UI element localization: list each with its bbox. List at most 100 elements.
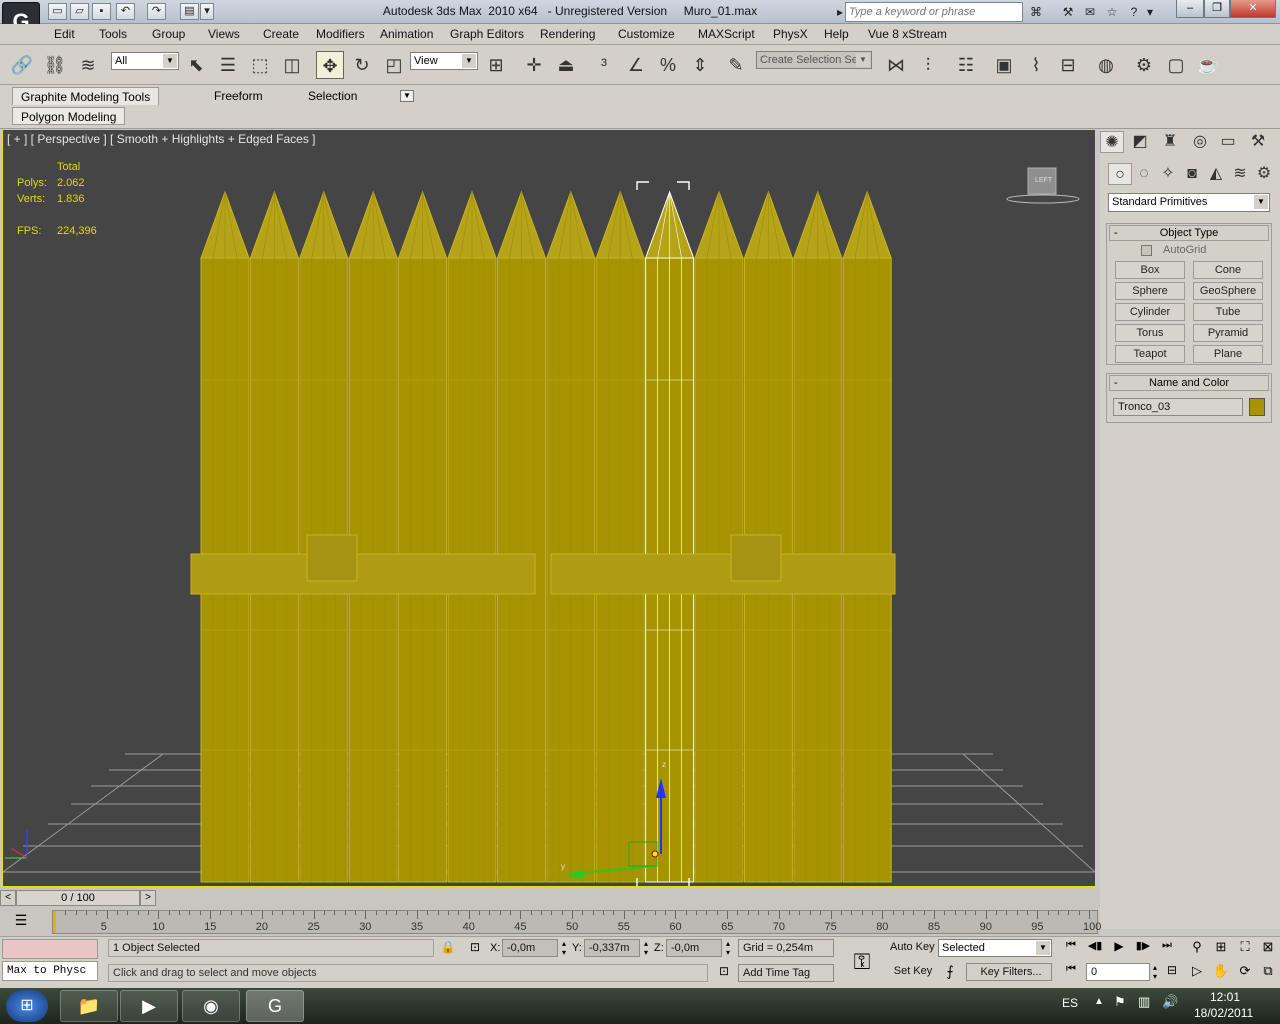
y-spinner-icon[interactable]: ▴ ▾ bbox=[641, 939, 651, 957]
hierarchy-tab-icon[interactable]: ♜ bbox=[1158, 131, 1182, 153]
maxscript-mini-listener[interactable]: Max to Physc bbox=[2, 961, 98, 981]
field-of-view-icon[interactable]: ▷ bbox=[1186, 963, 1208, 981]
zoom-extents-all-icon[interactable]: ⊠ bbox=[1258, 939, 1278, 957]
menu-maxscript[interactable]: MAXScript bbox=[698, 27, 755, 41]
cylinder-button[interactable]: Cylinder bbox=[1115, 303, 1185, 321]
ribbon-tab-selection[interactable]: Selection bbox=[300, 87, 365, 105]
select-and-rotate-icon[interactable]: ↻ bbox=[348, 51, 376, 79]
log[interactable] bbox=[447, 190, 497, 883]
box-button[interactable]: Box bbox=[1115, 261, 1185, 279]
menu-vue-xstream[interactable]: Vue 8 xStream bbox=[868, 27, 947, 41]
log[interactable] bbox=[793, 190, 843, 883]
log[interactable] bbox=[496, 190, 547, 883]
action-center-flag-icon[interactable]: ⚑ bbox=[1114, 994, 1126, 1010]
language-indicator[interactable]: ES bbox=[1062, 996, 1078, 1010]
layer-manager-icon[interactable]: ☷ bbox=[952, 51, 980, 79]
y-coordinate-field[interactable]: -0,337m bbox=[584, 939, 640, 957]
curve-editor-icon[interactable]: ⌇ bbox=[1022, 51, 1050, 79]
select-and-link-icon[interactable]: 🔗 bbox=[8, 51, 36, 79]
undo-icon[interactable]: ↶ bbox=[116, 3, 135, 20]
taskbar-firefox[interactable]: ◉ bbox=[182, 990, 240, 1022]
motion-tab-icon[interactable]: ◎ bbox=[1188, 131, 1212, 153]
minimize-button[interactable]: ‒ bbox=[1176, 0, 1204, 18]
rectangular-selection-icon[interactable]: ⬚ bbox=[246, 51, 274, 79]
select-by-name-icon[interactable]: ☰ bbox=[214, 51, 242, 79]
gizmo-center[interactable] bbox=[651, 850, 659, 858]
zoom-extents-icon[interactable]: ⛶ bbox=[1234, 939, 1256, 957]
material-editor-icon[interactable]: ◍ bbox=[1092, 51, 1120, 79]
save-file-icon[interactable]: ▪ bbox=[92, 3, 111, 20]
go-to-start-icon[interactable]: ⏮ bbox=[1060, 939, 1082, 957]
log[interactable] bbox=[842, 190, 892, 883]
go-to-end-icon[interactable]: ⏭ bbox=[1156, 939, 1178, 957]
perspective-viewport[interactable]: [ + ] [ Perspective ] [ Smooth + Highlig… bbox=[2, 129, 1096, 887]
spinner-snap-icon[interactable]: ⇕ bbox=[686, 51, 714, 79]
menu-help[interactable]: Help bbox=[824, 27, 849, 41]
volume-icon[interactable]: 🔊 bbox=[1162, 994, 1178, 1010]
taskbar-media-player[interactable]: ▶ bbox=[120, 990, 178, 1022]
log[interactable] bbox=[249, 190, 300, 883]
menu-physx[interactable]: PhysX bbox=[773, 27, 808, 41]
key-filters-button[interactable]: Key Filters... bbox=[966, 963, 1052, 981]
select-and-move-icon[interactable]: ✥ bbox=[316, 51, 344, 79]
previous-frame-icon[interactable]: ◀▮ bbox=[1084, 939, 1106, 957]
display-tab-icon[interactable]: ▭ bbox=[1216, 131, 1240, 153]
taskbar-3dsmax[interactable]: G bbox=[246, 990, 304, 1022]
window-crossing-icon[interactable]: ◫ bbox=[278, 51, 306, 79]
sphere-button[interactable]: Sphere bbox=[1115, 282, 1185, 300]
project-folder-icon[interactable]: ▤ bbox=[180, 3, 199, 20]
clock-date[interactable]: 18/02/2011 bbox=[1194, 1006, 1253, 1020]
next-frame-icon[interactable]: ▮▶ bbox=[1132, 939, 1154, 957]
binoculars-icon[interactable]: ⌘ bbox=[1026, 3, 1046, 21]
percent-snap-icon[interactable]: % bbox=[654, 51, 682, 79]
new-file-icon[interactable]: ▭ bbox=[48, 3, 67, 20]
set-key-button[interactable]: Set Key bbox=[886, 963, 936, 981]
menu-customize[interactable]: Customize bbox=[618, 27, 675, 41]
subscription-icon[interactable]: ⚒ bbox=[1058, 3, 1078, 21]
taskbar-explorer[interactable]: 📁 bbox=[60, 990, 118, 1022]
create-tab-icon[interactable]: ✺ bbox=[1100, 131, 1124, 153]
absolute-mode-icon[interactable]: ⊡ bbox=[466, 940, 484, 956]
communication-icon[interactable]: ✉ bbox=[1080, 3, 1100, 21]
z-coordinate-field[interactable]: -0,0m bbox=[666, 939, 722, 957]
select-manipulate-icon[interactable]: ✛ bbox=[520, 51, 548, 79]
redo-icon[interactable]: ↷ bbox=[147, 3, 166, 20]
select-object-icon[interactable]: ⬉ bbox=[182, 51, 210, 79]
cameras-category-icon[interactable]: ◙ bbox=[1180, 163, 1204, 185]
restore-button[interactable]: ❐ bbox=[1204, 0, 1230, 18]
named-selection-dropdown[interactable]: Create Selection Se ▼ bbox=[756, 51, 872, 69]
menu-edit[interactable]: Edit bbox=[54, 27, 75, 41]
search-input[interactable] bbox=[845, 2, 1023, 22]
close-button[interactable]: ✕ bbox=[1230, 0, 1276, 18]
key-mode-dropdown[interactable]: Selected ▼ bbox=[938, 939, 1052, 957]
ribbon-tab-freeform[interactable]: Freeform bbox=[206, 87, 271, 105]
clock-time[interactable]: 12:01 bbox=[1210, 990, 1240, 1004]
menu-views[interactable]: Views bbox=[208, 27, 240, 41]
object-color-swatch[interactable] bbox=[1249, 398, 1265, 416]
zoom-icon[interactable]: ⚲ bbox=[1186, 939, 1208, 957]
lights-category-icon[interactable]: ✧ bbox=[1156, 163, 1180, 185]
time-slider-prev-icon[interactable]: < bbox=[0, 890, 16, 906]
rendered-frame-window-icon[interactable]: ▢ bbox=[1162, 51, 1190, 79]
log[interactable] bbox=[546, 190, 596, 883]
time-configuration-icon[interactable]: ⊟ bbox=[1162, 963, 1182, 981]
object-type-rollout-header[interactable]: - Object Type bbox=[1109, 225, 1269, 241]
help-dropdown-icon[interactable]: ▾ bbox=[1144, 3, 1156, 21]
plane-button[interactable]: Plane bbox=[1193, 345, 1263, 363]
menu-tools[interactable]: Tools bbox=[99, 27, 127, 41]
edit-named-selection-icon[interactable]: ✎ bbox=[722, 51, 750, 79]
reference-coordinate-dropdown[interactable]: View ▼ bbox=[410, 52, 478, 70]
space-warps-category-icon[interactable]: ≋ bbox=[1228, 163, 1252, 185]
log[interactable] bbox=[200, 190, 250, 883]
auto-key-button[interactable]: Auto Key bbox=[886, 939, 936, 957]
align-icon[interactable]: ⫶ bbox=[914, 51, 942, 79]
tube-button[interactable]: Tube bbox=[1193, 303, 1263, 321]
modify-tab-icon[interactable]: ◩ bbox=[1128, 131, 1152, 153]
cone-button[interactable]: Cone bbox=[1193, 261, 1263, 279]
default-in-out-tangent-icon[interactable]: ⨍ bbox=[938, 963, 962, 983]
menu-rendering[interactable]: Rendering bbox=[540, 27, 595, 41]
frame-spinner-icon[interactable]: ▴ ▾ bbox=[1150, 963, 1160, 981]
log[interactable] bbox=[397, 190, 448, 883]
play-icon[interactable]: ▶ bbox=[1108, 939, 1130, 957]
track-bar[interactable]: 5 10 15 20 25 30 35 40 45 50 55 60 65 70 75 80 85 90 95 100 bbox=[52, 910, 1101, 934]
